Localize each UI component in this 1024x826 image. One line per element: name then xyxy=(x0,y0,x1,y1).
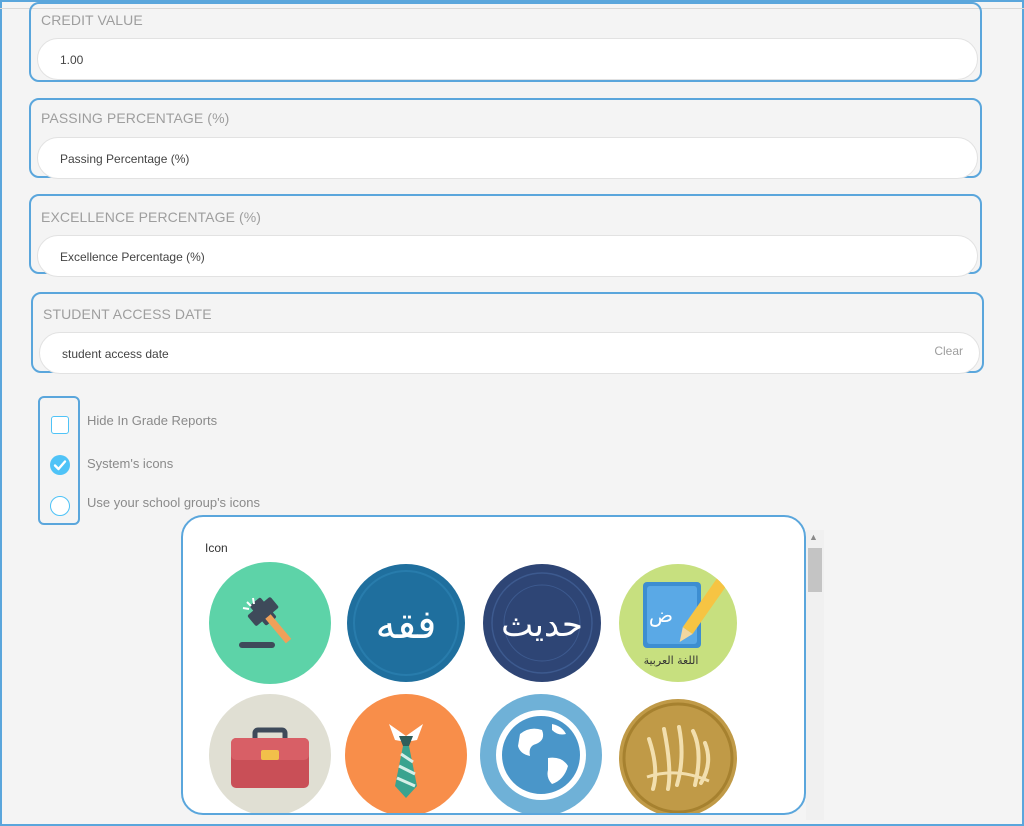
briefcase-icon[interactable] xyxy=(209,694,331,813)
student-access-date-field: Clear xyxy=(39,332,980,375)
arabic-language-icon[interactable]: ض اللغة العربية xyxy=(619,564,737,682)
icon-picker-panel: Icon فقه حديث ض اللغة العربية xyxy=(181,515,806,815)
excellence-percentage-label: EXCELLENCE PERCENTAGE (%) xyxy=(41,209,262,225)
svg-text:ض: ض xyxy=(649,603,673,627)
passing-percentage-field xyxy=(37,137,978,180)
svg-text:اللغة العربية: اللغة العربية xyxy=(644,654,699,667)
credit-value-label: CREDIT VALUE xyxy=(41,12,143,28)
school-group-icons-radio[interactable] xyxy=(50,496,70,516)
scroll-thumb[interactable] xyxy=(808,548,822,592)
student-access-date-label: STUDENT ACCESS DATE xyxy=(43,306,212,322)
credit-value-input[interactable] xyxy=(58,39,814,81)
hadith-icon[interactable]: حديث xyxy=(483,564,601,682)
passing-percentage-label: PASSING PERCENTAGE (%) xyxy=(41,110,230,126)
clear-date-button[interactable]: Clear xyxy=(934,344,963,358)
systems-icons-label[interactable]: System's icons xyxy=(87,456,173,471)
hide-in-grade-reports-checkbox[interactable] xyxy=(51,416,69,434)
gavel-icon[interactable] xyxy=(209,562,331,684)
quran-icon[interactable] xyxy=(619,699,737,813)
options-controls-group xyxy=(38,396,80,525)
checkmark-icon xyxy=(53,460,67,471)
passing-percentage-group: PASSING PERCENTAGE (%) xyxy=(29,98,982,180)
icon-picker-title: Icon xyxy=(205,541,228,555)
credit-value-field xyxy=(37,38,978,81)
student-access-date-group: STUDENT ACCESS DATE Clear xyxy=(31,292,984,375)
svg-text:حديث: حديث xyxy=(501,605,583,645)
student-access-date-input[interactable] xyxy=(60,333,816,375)
passing-percentage-input[interactable] xyxy=(58,138,814,180)
excellence-percentage-group: EXCELLENCE PERCENTAGE (%) xyxy=(29,194,982,278)
scroll-up-arrow-icon[interactable]: ▲ xyxy=(809,532,818,542)
svg-text:فقه: فقه xyxy=(376,602,437,648)
systems-icons-radio[interactable] xyxy=(50,455,70,475)
necktie-icon[interactable] xyxy=(345,694,467,813)
credit-value-group: CREDIT VALUE xyxy=(29,2,982,82)
icon-panel-scrollbar[interactable]: ▲ xyxy=(806,530,824,820)
globe-icon[interactable] xyxy=(480,694,602,813)
excellence-percentage-input[interactable] xyxy=(58,236,814,278)
hide-in-grade-reports-label[interactable]: Hide In Grade Reports xyxy=(87,413,217,428)
fiqh-icon[interactable]: فقه xyxy=(347,564,465,682)
excellence-percentage-field xyxy=(37,235,978,278)
school-group-icons-label[interactable]: Use your school group's icons xyxy=(87,495,260,510)
